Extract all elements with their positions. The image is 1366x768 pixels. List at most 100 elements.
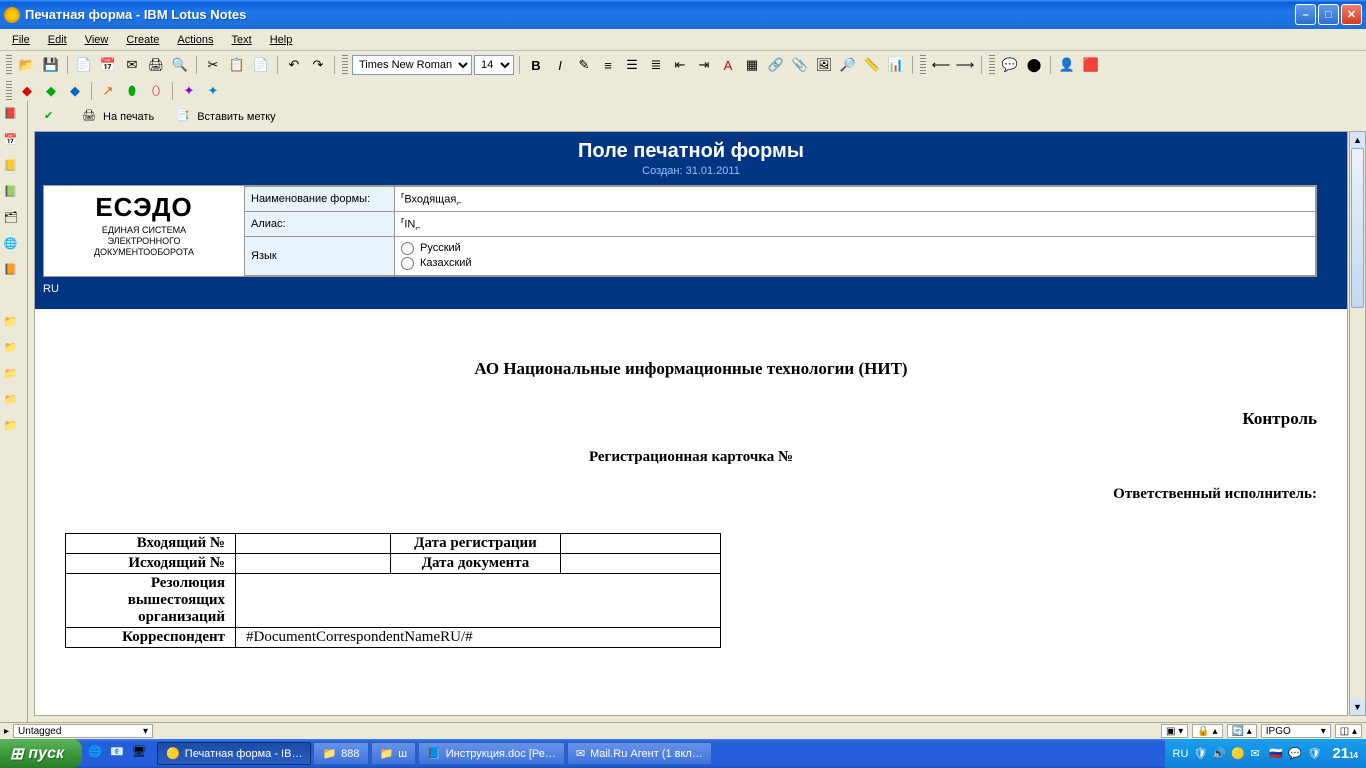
vertical-scrollbar[interactable]: ▲ ▼ (1349, 131, 1366, 716)
shape-icon[interactable]: ⬯ (145, 80, 167, 102)
misc-icon[interactable]: ✦ (202, 80, 224, 102)
bookmark-icon[interactable]: 📁 (4, 393, 24, 413)
nav-back-icon[interactable]: ⟵ (930, 54, 952, 76)
nav-fwd-icon[interactable]: ⟶ (954, 54, 976, 76)
location-select[interactable]: IPGO▾ (1261, 724, 1331, 738)
status-indicator[interactable]: ▣ ▾ (1161, 724, 1188, 738)
font-name-select[interactable]: Times New Roman (352, 55, 472, 75)
status-indicator[interactable]: ◫ ▴ (1335, 724, 1362, 738)
table-icon[interactable]: ▦ (741, 54, 763, 76)
correspondent-value[interactable]: #DocumentCorrespondentNameRU/# (236, 627, 721, 647)
tray-icon[interactable]: 🔊 (1212, 747, 1226, 761)
scroll-down-icon[interactable]: ▼ (1350, 699, 1365, 715)
highlight-icon[interactable]: ✎ (573, 54, 595, 76)
menu-actions[interactable]: Actions (169, 32, 221, 48)
doc-icon[interactable]: 📄 (73, 54, 95, 76)
chart-icon[interactable]: 📊 (885, 54, 907, 76)
tray-icon[interactable]: 💬 (1288, 747, 1302, 761)
status-indicator[interactable]: 🔒 ▴ (1192, 724, 1222, 738)
bookmark-icon[interactable]: 🌐 (4, 237, 24, 257)
font-color-icon[interactable]: A (717, 54, 739, 76)
font-size-select[interactable]: 14 (474, 55, 514, 75)
quick-launch-icon[interactable]: 🌐 (88, 745, 106, 763)
insert-mark-button[interactable]: 📑Вставить метку (172, 107, 279, 127)
mail-icon[interactable]: ✉ (121, 54, 143, 76)
bookmark-icon[interactable]: 📕 (4, 107, 24, 127)
accept-button[interactable]: ✔ (40, 107, 64, 127)
indent-dec-icon[interactable]: ⇤ (669, 54, 691, 76)
color-green-icon[interactable]: ◆ (40, 80, 62, 102)
bullets-icon[interactable]: ☰ (621, 54, 643, 76)
taskbar-item[interactable]: ✉Mail.Ru Агент (1 вкл… (567, 742, 712, 765)
bookmark-icon[interactable]: 📁 (4, 367, 24, 387)
color-blue-icon[interactable]: ◆ (64, 80, 86, 102)
start-button[interactable]: ⊞ пуск (0, 739, 82, 768)
image-icon[interactable]: 🖼 (813, 54, 835, 76)
shape-icon[interactable]: ↗ (97, 80, 119, 102)
menu-text[interactable]: Text (224, 32, 260, 48)
find-icon[interactable]: 🔎 (837, 54, 859, 76)
lang-ru-radio[interactable]: Русский (401, 242, 1309, 255)
tray-icon[interactable]: 🛡 (1307, 747, 1321, 761)
copy-icon[interactable]: 📋 (226, 54, 248, 76)
bold-icon[interactable]: B (525, 54, 547, 76)
toolbar-grip[interactable] (342, 55, 348, 75)
chat-icon[interactable]: 💬 (999, 54, 1021, 76)
link-icon[interactable]: 🔗 (765, 54, 787, 76)
taskbar-item[interactable]: 🟡Печатная форма - IB… (157, 742, 311, 765)
lang-kz-radio[interactable]: Казахский (401, 257, 1309, 270)
outgoing-no-value[interactable] (236, 553, 391, 573)
quick-launch-icon[interactable]: 📧 (110, 745, 128, 763)
menu-help[interactable]: Help (262, 32, 301, 48)
lang-indicator[interactable]: RU (1173, 748, 1189, 760)
menu-edit[interactable]: Edit (40, 32, 75, 48)
print-icon[interactable]: 🖨 (145, 54, 167, 76)
bookmark-icon[interactable]: 🗂 (4, 211, 24, 231)
menu-file[interactable]: File (4, 32, 38, 48)
taskbar-item[interactable]: 📁ш (371, 742, 417, 765)
menu-create[interactable]: Create (118, 32, 167, 48)
expand-icon[interactable]: ▸ (4, 726, 9, 737)
scroll-up-icon[interactable]: ▲ (1350, 132, 1365, 148)
paste-icon[interactable]: 📄 (250, 54, 272, 76)
indent-inc-icon[interactable]: ⇥ (693, 54, 715, 76)
save-icon[interactable]: 💾 (40, 54, 62, 76)
tray-icon[interactable]: ✉ (1250, 747, 1264, 761)
doc-date-value[interactable] (561, 553, 721, 573)
toolbar-grip[interactable] (989, 55, 995, 75)
align-left-icon[interactable]: ≡ (597, 54, 619, 76)
stop-icon[interactable]: 🟥 (1080, 54, 1102, 76)
bookmark-icon[interactable]: 📗 (4, 185, 24, 205)
bookmark-icon[interactable]: 📒 (4, 159, 24, 179)
minimize-button[interactable]: – (1295, 4, 1316, 25)
toolbar-grip[interactable] (6, 55, 12, 75)
tray-icon[interactable]: 🇷🇺 (1269, 747, 1283, 761)
color-red-icon[interactable]: ◆ (16, 80, 38, 102)
numbering-icon[interactable]: ≣ (645, 54, 667, 76)
preview-icon[interactable]: 🔍 (169, 54, 191, 76)
incoming-no-value[interactable] (236, 533, 391, 553)
toolbar-grip[interactable] (920, 55, 926, 75)
status-indicator[interactable]: 🔄 ▴ (1227, 724, 1257, 738)
untagged-select[interactable]: Untagged▾ (13, 724, 153, 738)
open-icon[interactable]: 📂 (16, 54, 38, 76)
toolbar-grip[interactable] (6, 81, 12, 101)
resolution-value[interactable] (236, 573, 721, 627)
alias-field[interactable]: гIN⌐ (395, 211, 1316, 236)
taskbar-item[interactable]: 📘Инструкция.doc [Ре… (418, 742, 565, 765)
bookmark-icon[interactable]: 📁 (4, 315, 24, 335)
tray-icon[interactable]: 🟡 (1231, 747, 1245, 761)
taskbar-item[interactable]: 📁888 (313, 742, 368, 765)
print-button[interactable]: 🖨На печать (78, 107, 158, 127)
undo-icon[interactable]: ↶ (283, 54, 305, 76)
bookmark-icon[interactable]: 📅 (4, 133, 24, 153)
scroll-thumb[interactable] (1351, 148, 1364, 308)
ruler-icon[interactable]: 📏 (861, 54, 883, 76)
person-icon[interactable]: 👤 (1056, 54, 1078, 76)
cut-icon[interactable]: ✂ (202, 54, 224, 76)
tray-icon[interactable]: 🛡 (1193, 747, 1207, 761)
italic-icon[interactable]: I (549, 54, 571, 76)
menu-view[interactable]: View (77, 32, 117, 48)
form-name-field[interactable]: гВходящая⌐ (395, 187, 1316, 212)
maximize-button[interactable]: □ (1318, 4, 1339, 25)
